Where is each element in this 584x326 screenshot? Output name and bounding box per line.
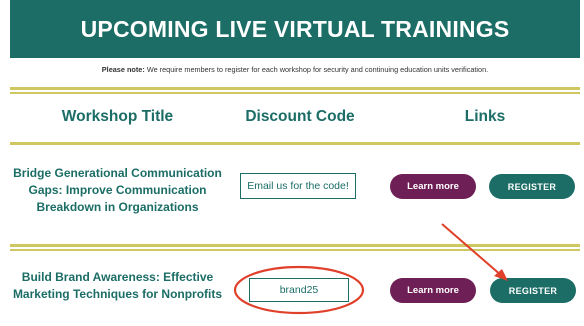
table-row: Bridge Generational Communication Gaps: …	[10, 145, 580, 245]
register-button[interactable]: REGISTER	[489, 174, 575, 199]
divider	[10, 92, 580, 94]
divider	[10, 87, 580, 90]
header-workshop-title: Workshop Title	[61, 108, 174, 125]
table-row: Build Brand Awareness: Effective Marketi…	[10, 251, 580, 326]
note-label: Please note:	[101, 65, 145, 74]
learn-more-button[interactable]: Learn more	[390, 174, 476, 199]
header-discount-code: Discount Code	[245, 108, 355, 125]
header-links: Links	[464, 108, 506, 125]
page-banner: UPCOMING LIVE VIRTUAL TRAININGS	[10, 0, 580, 58]
page-title: UPCOMING LIVE VIRTUAL TRAININGS	[80, 15, 510, 42]
discount-code-field: Email us for the code!	[240, 173, 356, 199]
workshop-title: Build Brand Awareness: Effective Marketi…	[12, 270, 223, 301]
trainings-panel: UPCOMING LIVE VIRTUAL TRAININGS Please n…	[10, 0, 580, 326]
register-button[interactable]: REGISTER	[490, 278, 576, 303]
note-text: We require members to register for each …	[144, 65, 489, 74]
divider	[10, 244, 580, 247]
discount-code-field: brand25	[249, 278, 349, 302]
registration-note: Please note: We require members to regis…	[10, 61, 580, 85]
workshop-title: Bridge Generational Communication Gaps: …	[13, 166, 222, 214]
learn-more-button[interactable]: Learn more	[390, 278, 476, 303]
table-header: Workshop Title Discount Code Links	[10, 96, 580, 138]
